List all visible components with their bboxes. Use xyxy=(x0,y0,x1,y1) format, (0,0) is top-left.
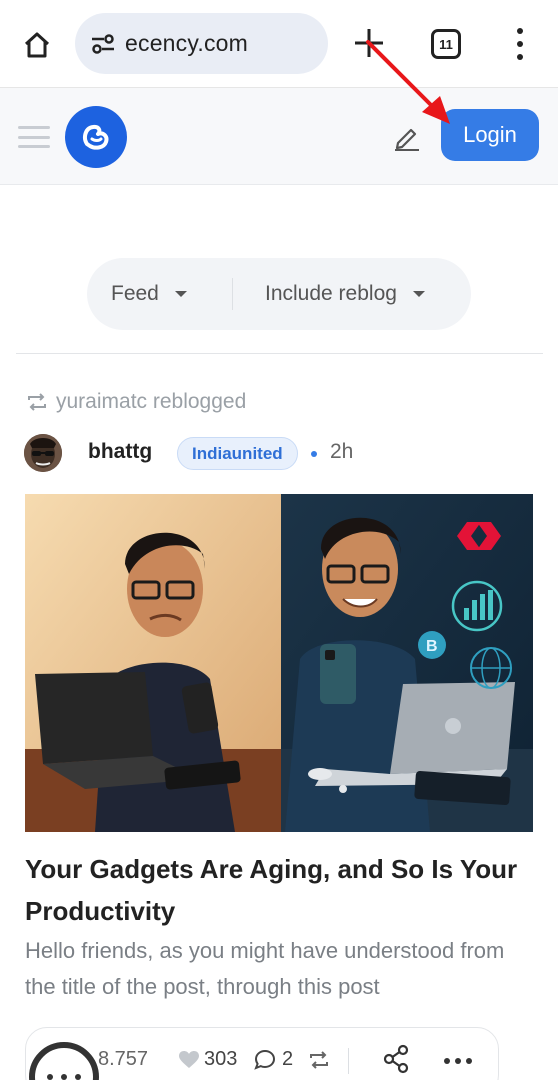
include-reblog-label: Include reblog xyxy=(265,282,397,305)
tab-count: 11 xyxy=(439,36,453,52)
votes-count[interactable]: 303 xyxy=(204,1048,237,1071)
pencil-icon[interactable] xyxy=(392,122,422,152)
chevron-down-icon xyxy=(412,291,425,297)
tune-icon[interactable] xyxy=(89,30,117,58)
share-icon[interactable] xyxy=(382,1044,410,1074)
plus-icon[interactable] xyxy=(352,26,386,60)
divider xyxy=(232,278,233,310)
divider xyxy=(348,1048,349,1074)
svg-text:B: B xyxy=(426,638,438,655)
post-excerpt[interactable]: Hello friends, as you might have underst… xyxy=(25,933,535,1005)
feed-label: Feed xyxy=(111,282,159,305)
upvote-button[interactable] xyxy=(29,1042,99,1080)
address-bar[interactable]: ecency.com xyxy=(75,13,328,74)
author-name[interactable]: bhattg xyxy=(88,440,152,464)
community-badge[interactable]: Indiaunited xyxy=(177,437,298,470)
feed-dropdown[interactable]: Feed xyxy=(111,282,187,306)
ecency-logo-icon[interactable] xyxy=(65,106,127,168)
chevron-down-icon xyxy=(174,291,187,297)
hamburger-icon[interactable] xyxy=(18,126,50,148)
more-vert-icon[interactable] xyxy=(508,28,532,60)
login-button[interactable]: Login xyxy=(441,109,539,161)
heart-icon xyxy=(179,1051,199,1068)
tabs-icon[interactable]: 11 xyxy=(431,29,461,59)
reblog-indicator[interactable]: yuraimatc reblogged xyxy=(26,390,246,414)
avatar[interactable] xyxy=(24,434,62,472)
browser-toolbar: ecency.com 11 xyxy=(0,0,558,88)
post-time: 2h xyxy=(330,440,354,463)
post-thumbnail[interactable]: B xyxy=(25,494,533,832)
payout-value[interactable]: 8.757 xyxy=(98,1048,148,1071)
app-header: Login xyxy=(0,88,558,185)
divider xyxy=(16,353,543,354)
url-text: ecency.com xyxy=(125,30,249,56)
feed-filter-bar: Feed Include reblog xyxy=(87,258,471,330)
reblog-icon xyxy=(28,393,46,411)
home-icon[interactable] xyxy=(18,26,56,64)
post-title[interactable]: Your Gadgets Are Aging, and So Is Your P… xyxy=(25,848,535,932)
reblogged-by-text: yuraimatc reblogged xyxy=(56,390,247,413)
post-actions-bar: 8.757 303 2 xyxy=(25,1027,499,1080)
comment-icon[interactable] xyxy=(254,1049,276,1071)
more-horiz-icon[interactable] xyxy=(444,1058,472,1064)
include-reblog-dropdown[interactable]: Include reblog xyxy=(265,282,425,306)
reblog-icon[interactable] xyxy=(308,1050,330,1070)
comments-count[interactable]: 2 xyxy=(282,1048,293,1071)
separator-dot xyxy=(311,451,317,457)
